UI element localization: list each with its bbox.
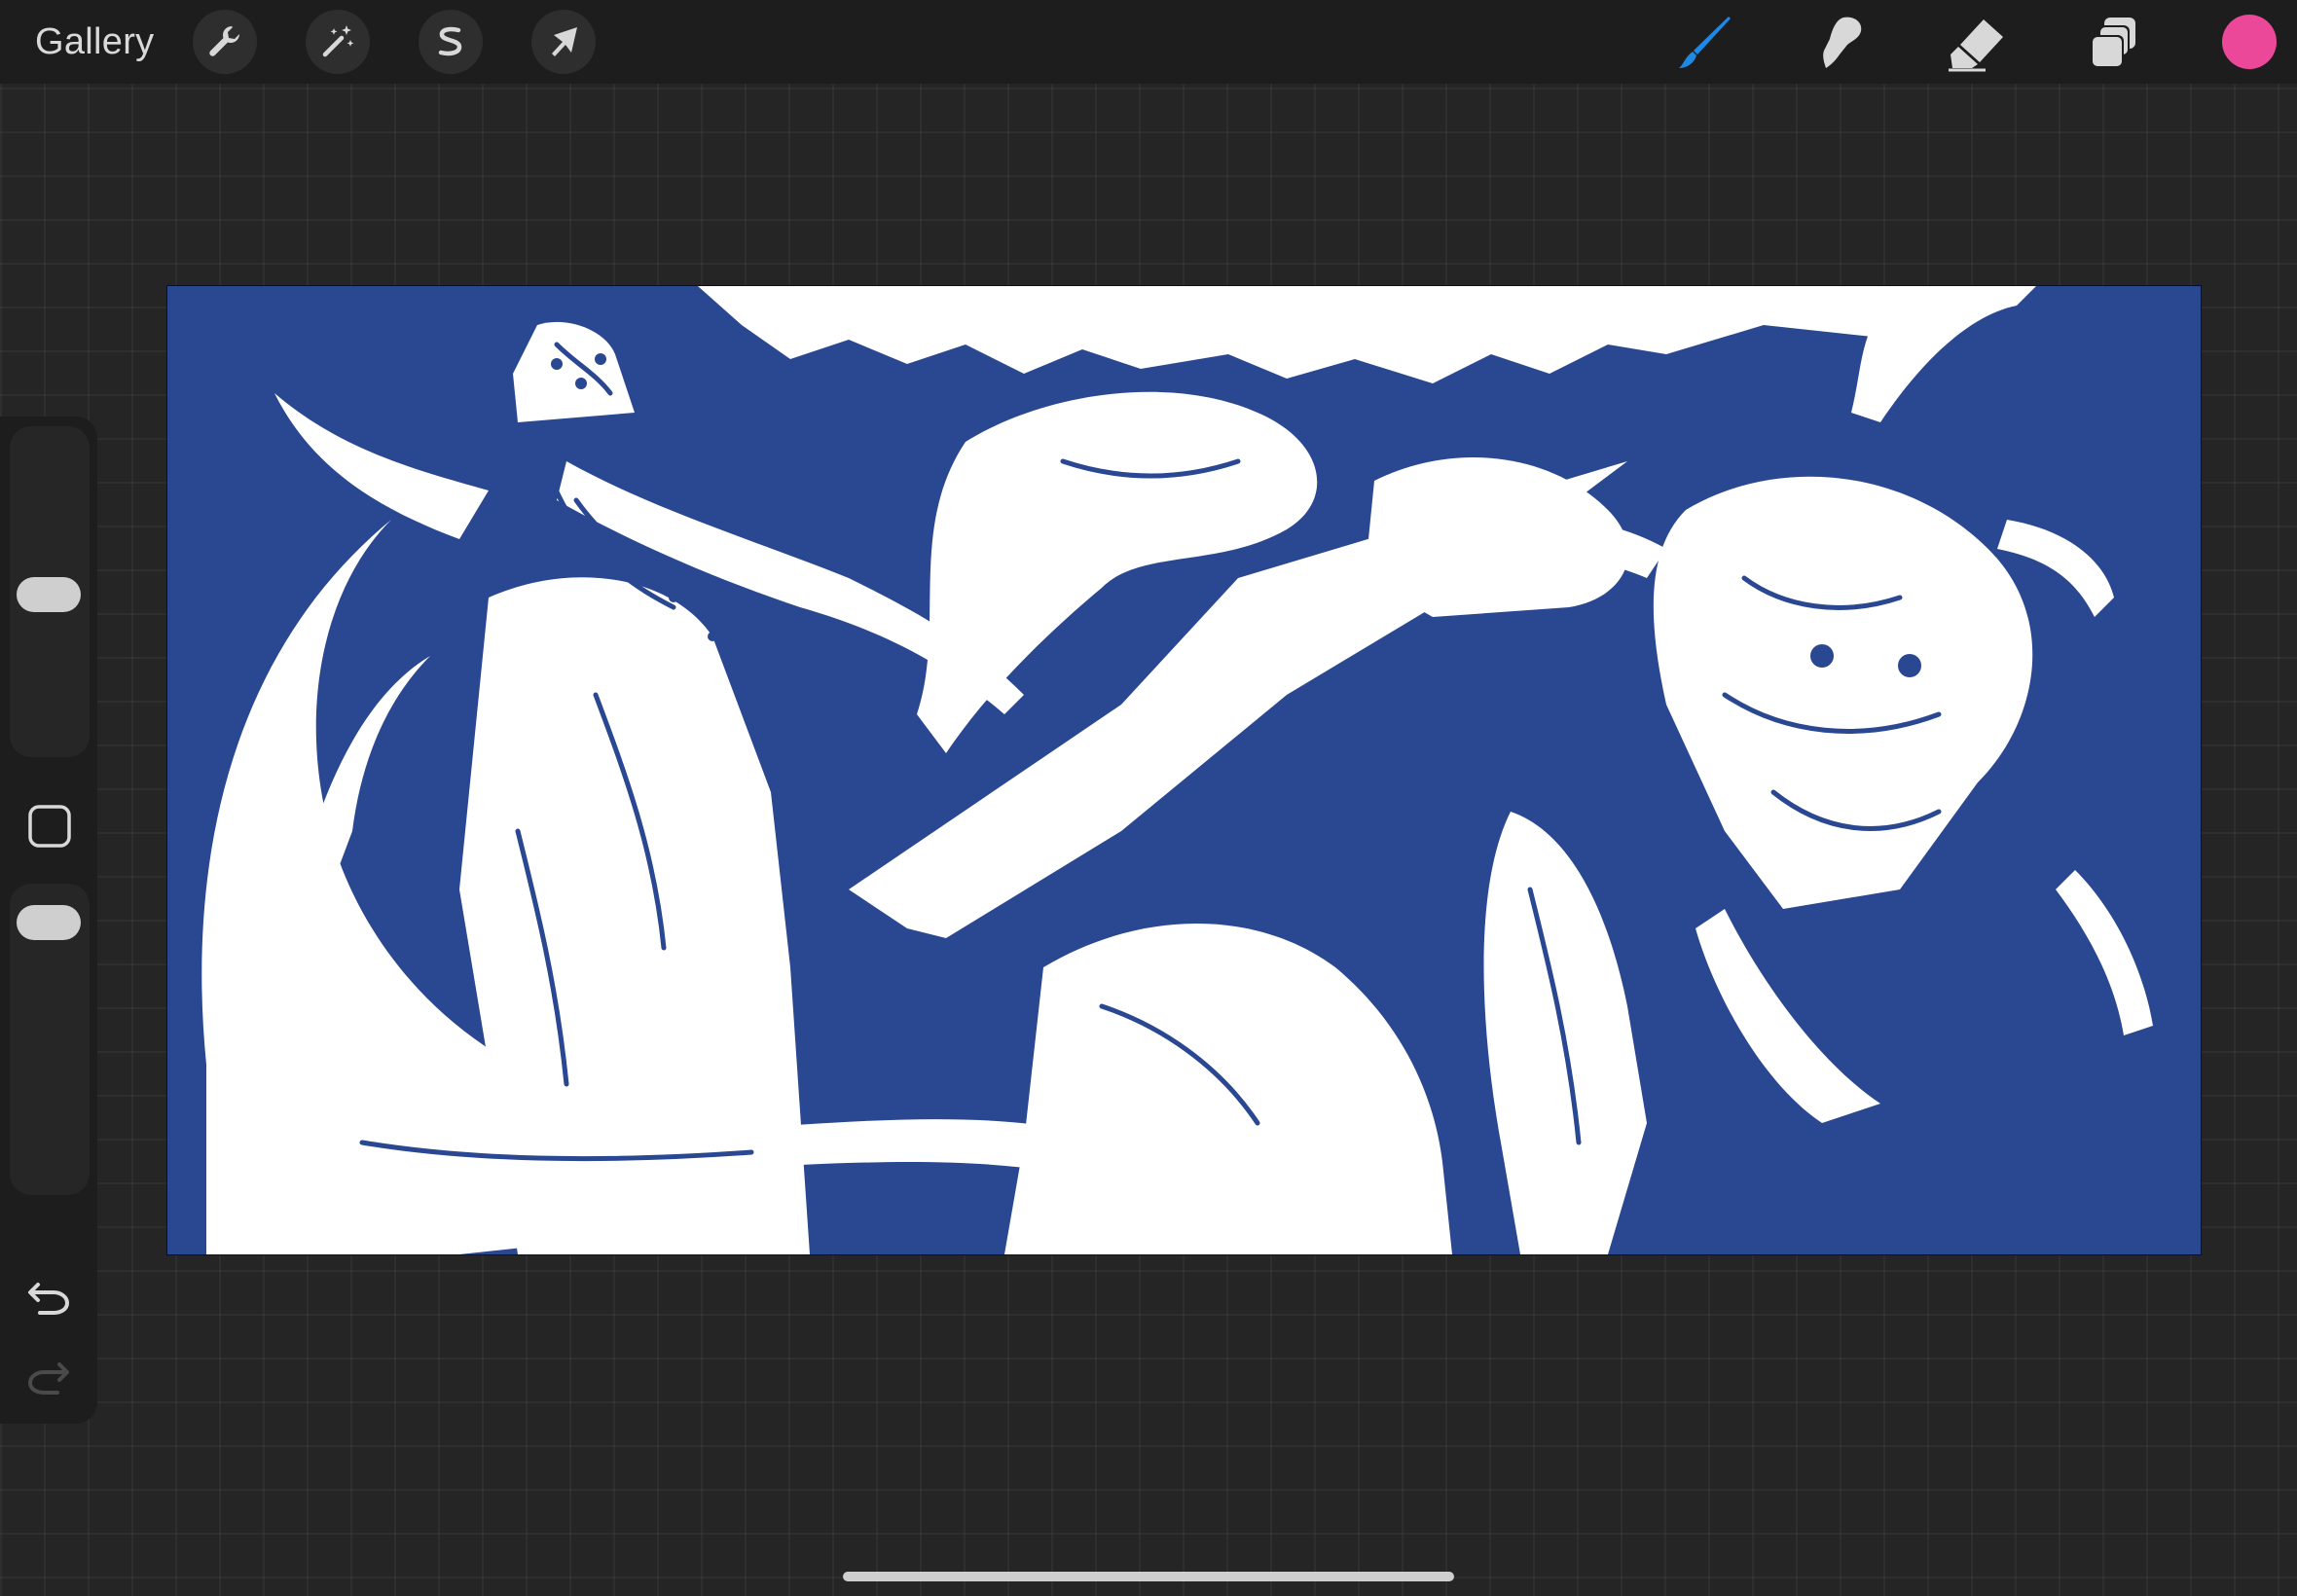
- undo-icon[interactable]: [24, 1271, 73, 1320]
- arrow-cursor-icon: [552, 27, 577, 56]
- home-indicator[interactable]: [843, 1572, 1454, 1581]
- smudge-button[interactable]: [1810, 12, 1873, 74]
- opacity-thumb[interactable]: [17, 905, 81, 940]
- layers-icon: [2091, 18, 2135, 68]
- brush-size-thumb[interactable]: [17, 577, 81, 612]
- left-sidebar: [0, 417, 97, 1424]
- brush-icon: [1679, 17, 1731, 68]
- actions-button[interactable]: [193, 10, 257, 74]
- opacity-slider[interactable]: [10, 884, 90, 1195]
- gallery-button[interactable]: Gallery: [35, 19, 154, 64]
- brush-size-slider[interactable]: [10, 426, 90, 757]
- adjustments-button[interactable]: [306, 10, 370, 74]
- smudge-icon: [1823, 17, 1862, 68]
- selection-s-icon: [438, 26, 462, 56]
- artwork-illustration: [167, 286, 2201, 1254]
- magic-wand-icon: [322, 25, 354, 57]
- eraser-icon: [1949, 19, 2003, 72]
- transform-button[interactable]: [531, 10, 596, 74]
- top-toolbar: Gallery: [0, 0, 2297, 84]
- drawing-canvas[interactable]: [167, 286, 2201, 1254]
- modify-square-icon[interactable]: [27, 804, 72, 849]
- brush-button[interactable]: [1674, 12, 1736, 74]
- eraser-button[interactable]: [1947, 12, 2009, 74]
- layers-button[interactable]: [2083, 12, 2145, 74]
- color-swatch[interactable]: [2222, 15, 2277, 69]
- redo-icon[interactable]: [24, 1351, 73, 1399]
- selection-button[interactable]: [419, 10, 483, 74]
- wrench-icon: [209, 25, 240, 56]
